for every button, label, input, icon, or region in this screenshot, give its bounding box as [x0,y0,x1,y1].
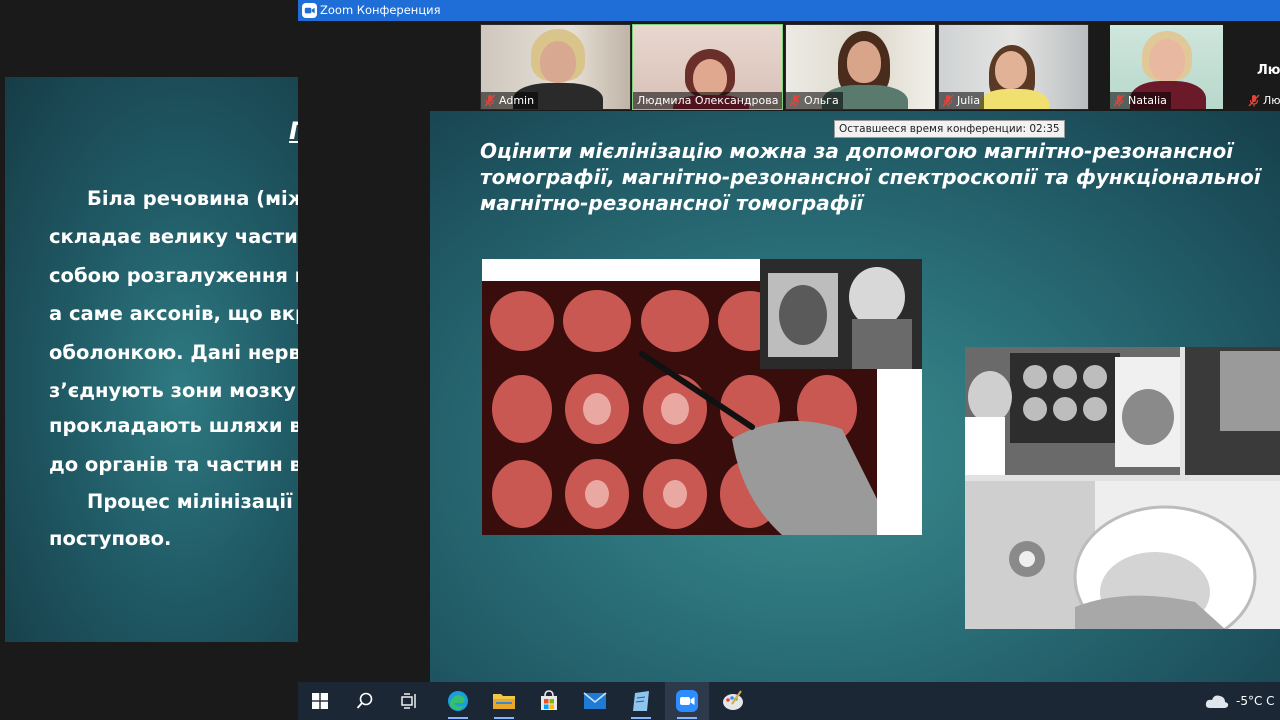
remaining-time-tooltip: Оставшееся время конференции: 02:35 [834,120,1065,138]
zoom-window-title: Zoom Конференция [320,3,441,17]
weather-description-clipped: C [1266,694,1275,708]
muted-mic-icon [1113,94,1125,107]
participant-name: Лю [1263,94,1280,107]
participant-name-bar: Admin [481,92,539,109]
search-button[interactable] [343,682,387,720]
participant-gallery: Admin Людмила Олександрова Ольга Julia N… [298,21,1280,111]
start-button[interactable] [298,682,342,720]
zoom-window: Zoom Конференция Admin Людмила Олександр… [298,0,1280,682]
task-view-button[interactable] [388,682,432,720]
participant-name: Людмила Олександрова [637,94,779,107]
windows-logo-icon [312,693,328,709]
participant-name-bar: Natalia [1110,92,1171,109]
muted-mic-icon [942,94,954,107]
muted-mic-icon [1248,94,1260,107]
slide-title-line: магнітно-резонансної томографії [480,191,864,215]
search-icon [356,692,373,709]
taskbar-zoom[interactable] [665,682,709,720]
weather-cloud-icon[interactable] [1205,693,1229,709]
taskbar-paint[interactable] [711,682,755,720]
left-slide-line: прокладають шляхи від [49,414,298,437]
left-slide-line: поступово. [49,527,172,550]
weather-temperature[interactable]: -5°C C [1236,694,1275,708]
participant-name-bar: Людмила Олександрова [633,92,782,109]
muted-mic-icon [789,94,801,107]
participant-tile-olga[interactable]: Ольга [785,24,936,110]
zoom-app-icon [302,3,317,18]
participant-name: Julia [957,94,981,107]
taskbar-file-explorer[interactable] [482,682,526,720]
slide-title-line: Оцінити мієлінізацію можна за допомогою … [480,139,1234,163]
mri-scans-image [482,259,922,535]
muted-mic-icon [484,94,496,107]
windows-taskbar: -5°C C [298,682,1280,720]
participant-tile-admin[interactable]: Admin [480,24,631,110]
notepad-icon [633,691,649,711]
participant-tile-julia[interactable]: Julia [938,24,1089,110]
participant-name: Natalia [1128,94,1167,107]
left-slide-line: а саме аксонів, що вкр [49,302,298,325]
mri-machine-image [965,347,1280,629]
taskbar-edge[interactable] [436,682,480,720]
microsoft-store-icon [541,690,557,710]
participant-name-bar: Julia [939,92,985,109]
paint-icon [723,690,743,710]
left-slide-line: з’єднують зони мозку м [49,379,298,402]
participant-tile-lyudmyla[interactable]: Людмила Олександрова [632,24,783,110]
participant-avatar-name: Лю [1257,63,1280,78]
temperature-value: -5°C [1236,694,1263,708]
left-slide-line: собою розгалуження ві [49,264,298,287]
left-slide-line: Біла речовина (міжз [87,187,298,210]
taskbar-notepad[interactable] [619,682,663,720]
mail-icon [583,692,607,709]
participant-tile-next[interactable]: Лю Лю [1244,24,1280,110]
slide-title-line: томографії, магнітно-резонансної спектро… [480,165,1261,189]
zoom-icon [676,690,698,712]
left-slide-line: до органів та частин во [49,453,298,476]
taskbar-microsoft-store[interactable] [527,682,571,720]
participant-tile-natalia[interactable]: Natalia [1091,24,1242,110]
participant-name: Admin [499,94,535,107]
file-explorer-icon [493,694,515,709]
mri-machine-illustration [965,347,1280,629]
left-slide-line: складає велику частин [49,225,298,248]
left-slide-line: Процес мілінізації [87,490,293,513]
taskbar-mail[interactable] [573,682,617,720]
participant-name-bar: Лю [1245,92,1280,109]
left-slide-heading: П [289,117,298,145]
left-slide-line: оболонкою. Дані нерво [49,341,298,364]
edge-icon [448,691,468,711]
participant-name-bar: Ольга [786,92,843,109]
mri-scans-illustration [482,259,922,535]
task-view-icon [401,693,416,709]
zoom-title-bar[interactable]: Zoom Конференция [298,0,1280,21]
participant-name: Ольга [804,94,839,107]
shared-screen-slide: Оцінити мієлінізацію можна за допомогою … [430,111,1280,682]
left-presentation-slide: П Біла речовина (міжз складає велику час… [5,77,298,642]
